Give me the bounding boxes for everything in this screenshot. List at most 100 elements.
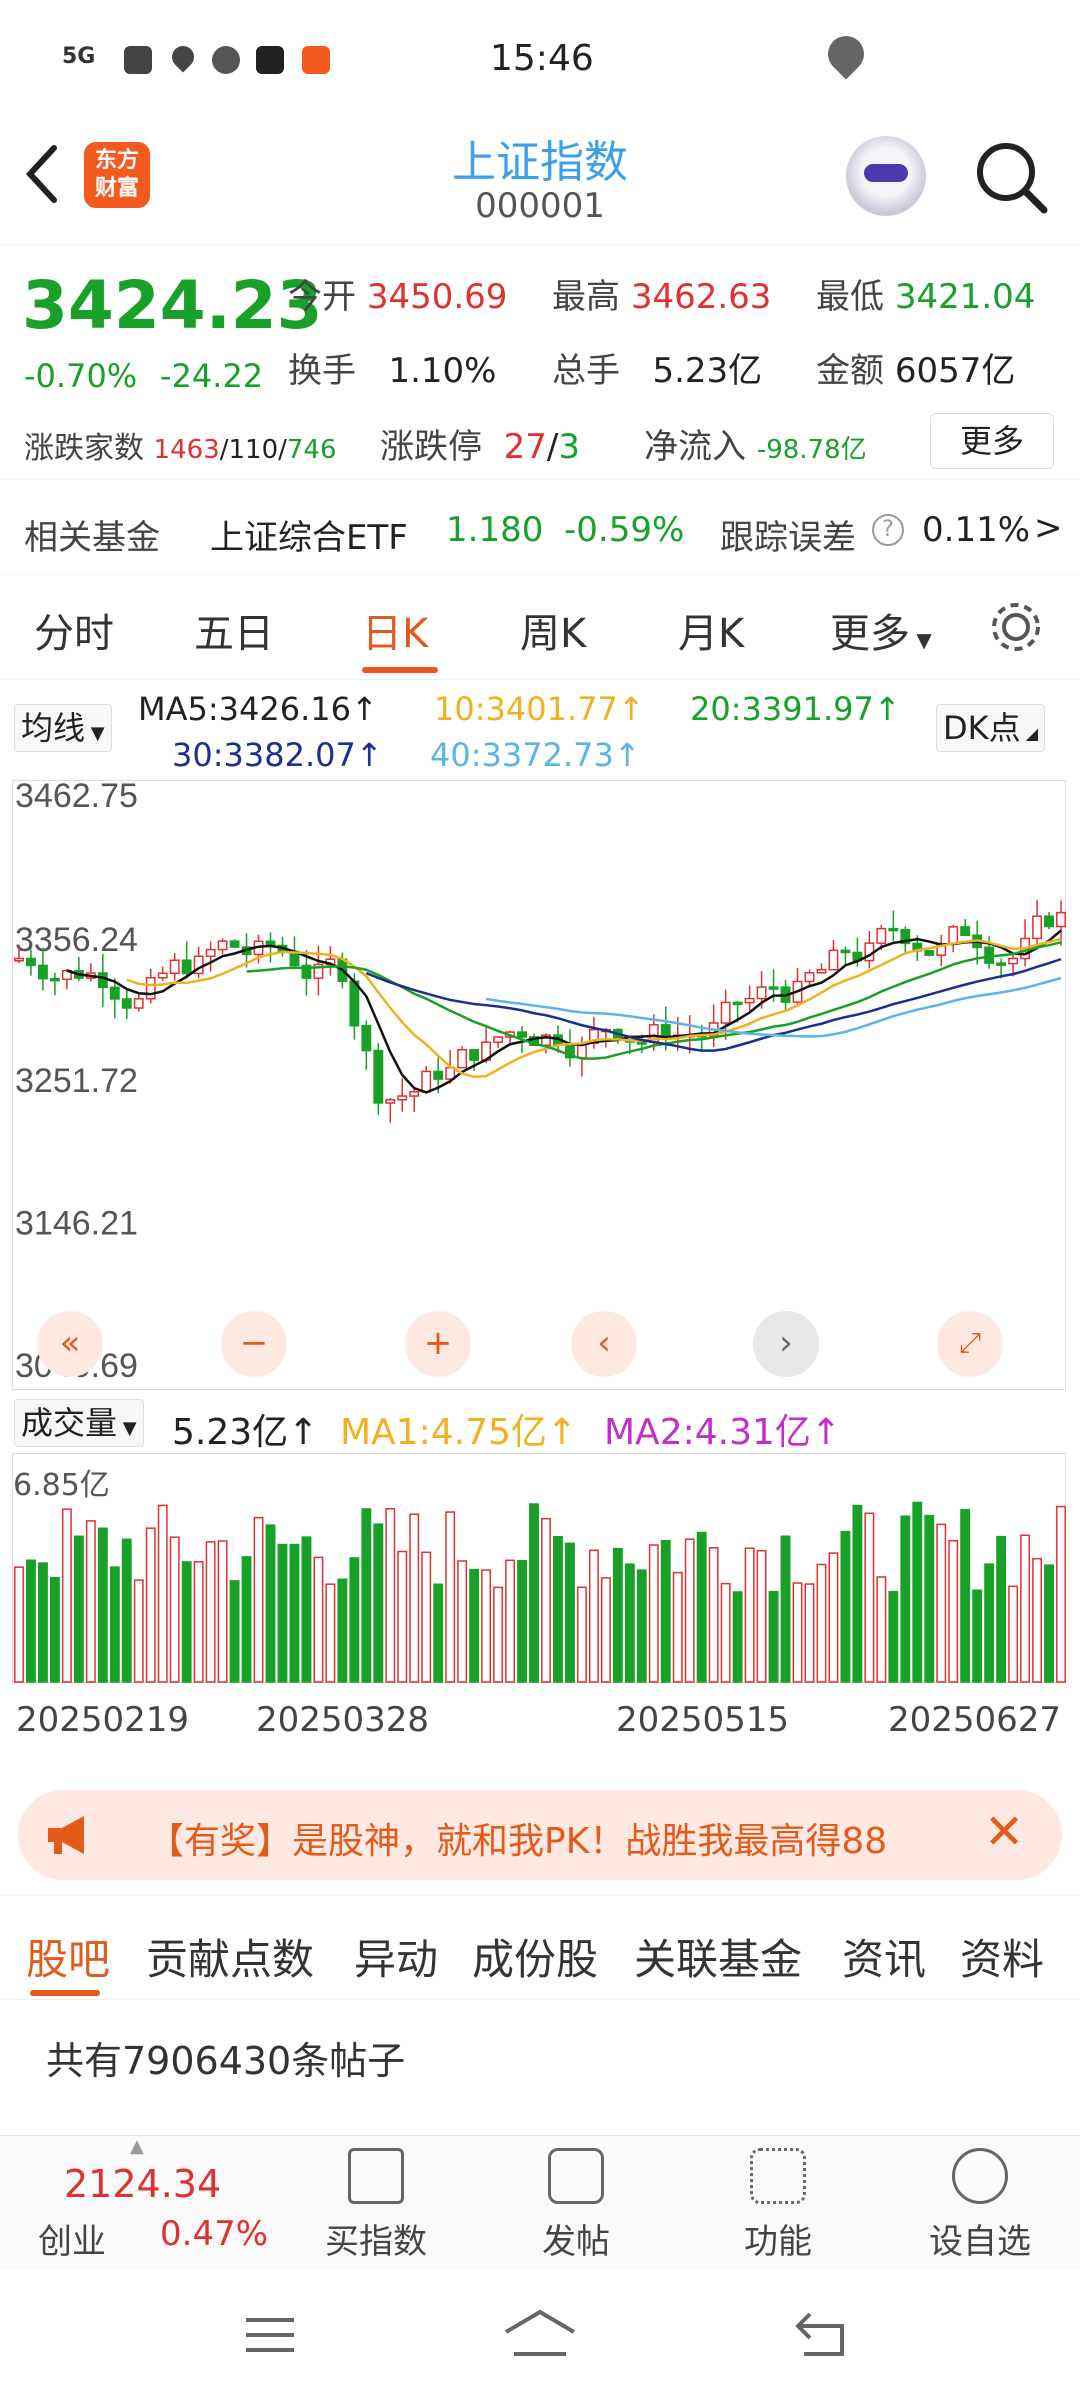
- tab-more[interactable]: 更多 ▼: [830, 601, 932, 659]
- dk-point-button[interactable]: DK点 ◢: [936, 704, 1046, 752]
- volume-bar: [600, 1577, 611, 1683]
- date-label: 20250515: [616, 1700, 790, 1740]
- volume-bar: [26, 1559, 36, 1683]
- tab-intraday[interactable]: 分时: [34, 601, 114, 659]
- volume-bar: [1032, 1557, 1042, 1683]
- turnover-value: 1.10%: [388, 351, 497, 391]
- volume-bar: [85, 1520, 96, 1683]
- scroll-left-icon[interactable]: ‹: [571, 1311, 637, 1377]
- volume-chart[interactable]: 6.85亿: [12, 1453, 1066, 1683]
- tab-more-label: 更多: [830, 611, 910, 657]
- volume-bar: [816, 1563, 827, 1683]
- fund-section-label: 相关基金: [24, 518, 160, 558]
- volume-bar: [912, 1501, 923, 1683]
- volume-bar: [924, 1514, 935, 1683]
- settings-gear-icon[interactable]: [988, 599, 1044, 655]
- zoom-in-icon[interactable]: +: [405, 1311, 471, 1377]
- volume-bar: [936, 1523, 947, 1683]
- volume-bar: [672, 1571, 683, 1683]
- home-icon[interactable]: [500, 2306, 580, 2362]
- last-price: 3424.23: [22, 267, 323, 344]
- more-button[interactable]: 更多: [930, 413, 1054, 469]
- menu-icon[interactable]: [240, 2310, 300, 2360]
- volume-bar: [1008, 1585, 1019, 1683]
- back-nav-icon[interactable]: [790, 2308, 850, 2362]
- tab-weekly-k[interactable]: 周K: [520, 601, 586, 659]
- tab-constituents[interactable]: 成份股: [472, 1926, 598, 1987]
- tab-monthly-k[interactable]: 月K: [678, 601, 744, 659]
- open-label: 今开: [288, 277, 356, 317]
- volume-bar: [780, 1535, 791, 1683]
- volume-bar: [505, 1559, 515, 1683]
- volume-bar: [553, 1535, 563, 1683]
- index-ticker[interactable]: ▲ 2124.34 创业 0.47%: [0, 2136, 300, 2271]
- volume-bar: [984, 1563, 995, 1683]
- post-button[interactable]: 发帖: [506, 2148, 646, 2263]
- volume-indicator-selector[interactable]: 成交量 ▼: [14, 1399, 144, 1447]
- volume-bar: [445, 1511, 456, 1683]
- index-code: 000001: [475, 186, 605, 226]
- volume-max-label: 6.85亿: [13, 1468, 110, 1503]
- tab-abnormal[interactable]: 异动: [354, 1926, 438, 1987]
- promo-banner[interactable]: 【有奖】是股神，就和我PK！战胜我最高得88 ✕: [18, 1790, 1062, 1880]
- indicator-selector[interactable]: 均线 ▼: [14, 704, 112, 752]
- volume-bar: [457, 1560, 468, 1683]
- tab-contribution[interactable]: 贡献点数: [146, 1926, 314, 1987]
- buy-index-button[interactable]: 买指数: [306, 2148, 446, 2263]
- scroll-left-fast-icon[interactable]: «: [37, 1311, 103, 1377]
- caret-up-icon: ▲: [130, 2136, 144, 2157]
- help-icon[interactable]: ?: [872, 514, 904, 546]
- volume-bar: [169, 1536, 180, 1683]
- tracking-error-label: 跟踪误差: [720, 518, 856, 558]
- tab-news[interactable]: 资讯: [842, 1926, 926, 1987]
- tab-guba[interactable]: 股吧: [26, 1926, 110, 1987]
- volume-bar: [481, 1569, 492, 1683]
- ticker-percent: 0.47%: [160, 2214, 269, 2254]
- volume-bar: [1020, 1534, 1031, 1683]
- robot-assistant-icon[interactable]: [846, 136, 926, 216]
- amount-label: 金额: [816, 351, 884, 391]
- tab-daily-k[interactable]: 日K: [362, 601, 428, 659]
- volume-bar: [960, 1509, 971, 1683]
- down-count: 746: [286, 435, 337, 465]
- volume-bar: [421, 1551, 432, 1683]
- volume-bar: [217, 1540, 228, 1683]
- tab-related-funds[interactable]: 关联基金: [634, 1926, 802, 1987]
- volume-bar: [624, 1563, 635, 1683]
- fullscreen-icon[interactable]: ⤢: [937, 1311, 1003, 1377]
- volume-bar: [696, 1531, 707, 1683]
- volume-bar: [109, 1566, 120, 1683]
- grid-icon: [750, 2148, 806, 2204]
- bottom-toolbar: ▲ 2124.34 创业 0.47% 买指数 发帖 功能 设自选: [0, 2135, 1080, 2270]
- tab-five-day[interactable]: 五日: [194, 601, 274, 659]
- tab-profile[interactable]: 资料: [960, 1926, 1044, 1987]
- volume-bar: [888, 1590, 899, 1683]
- add-watchlist-button[interactable]: 设自选: [910, 2148, 1050, 2263]
- volume-bar: [241, 1556, 252, 1683]
- volume-bar: [181, 1561, 192, 1683]
- related-fund-row[interactable]: 相关基金 上证综合ETF 1.180 -0.59% 跟踪误差 ? 0.11% >: [0, 480, 1080, 575]
- volume-bar: [409, 1513, 420, 1683]
- flat-count: 110: [228, 435, 279, 465]
- volume-bar: [349, 1557, 360, 1683]
- chevron-right-icon: >: [1034, 508, 1063, 548]
- banner-text: 【有奖】是股神，就和我PK！战胜我最高得88: [148, 1821, 888, 1862]
- volume-bar: [876, 1576, 887, 1683]
- chart-controls: « − + ‹ › ⤢: [13, 781, 1067, 1391]
- baidu-icon: [212, 46, 240, 74]
- volume-bar: [768, 1590, 779, 1683]
- indicator-selector-label: 均线: [21, 709, 86, 747]
- functions-button[interactable]: 功能: [708, 2148, 848, 2263]
- netflow-value: -98.78亿: [756, 435, 867, 465]
- search-icon[interactable]: [972, 138, 1052, 218]
- back-icon[interactable]: [20, 142, 64, 206]
- volume-bar: [720, 1582, 731, 1683]
- close-icon[interactable]: ✕: [984, 1804, 1024, 1860]
- volume-bar: [493, 1586, 504, 1683]
- page-title[interactable]: 上证指数: [340, 126, 740, 190]
- candlestick-chart[interactable]: 3462.753356.243251.723146.213040.69 « − …: [12, 777, 1067, 1391]
- date-label: 20250219: [16, 1700, 190, 1740]
- ma30-value: 30:3382.07↑: [172, 736, 383, 774]
- scroll-right-icon[interactable]: ›: [753, 1311, 819, 1377]
- zoom-out-icon[interactable]: −: [221, 1311, 287, 1377]
